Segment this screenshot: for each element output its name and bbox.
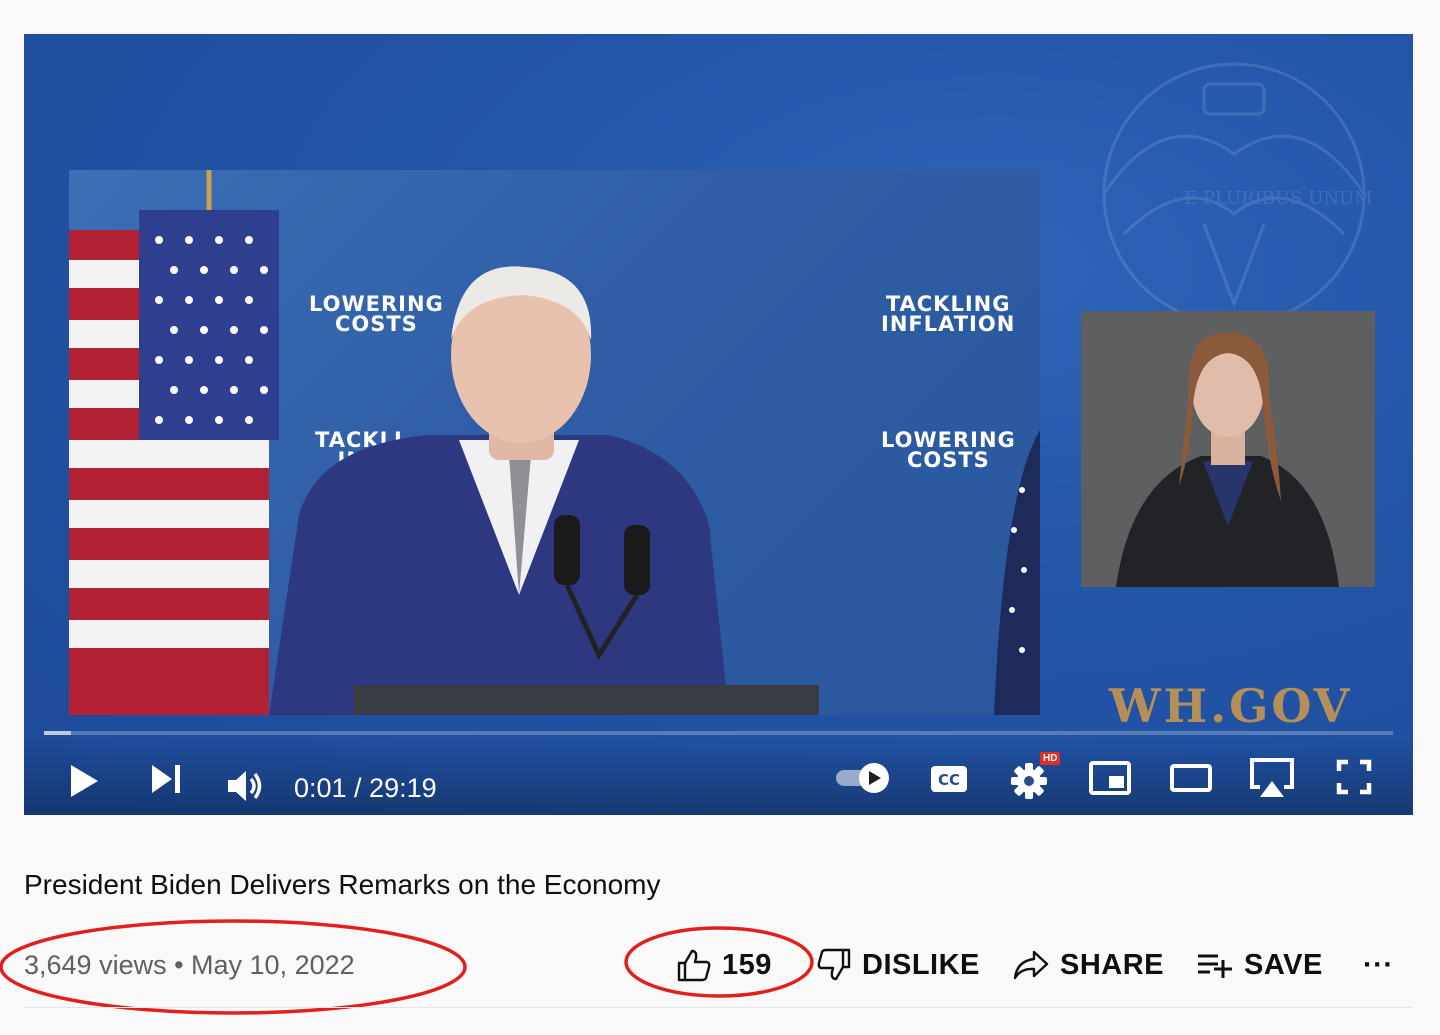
progress-played (44, 731, 71, 735)
theater-icon[interactable] (1170, 763, 1212, 793)
view-count-date: 3,649 views • May 10, 2022 (24, 950, 355, 980)
video-stage: LOWERING COSTS TACKLI INF TACKLING INFLA… (69, 170, 1040, 715)
dislike-button[interactable]: DISLIKE (816, 945, 980, 985)
volume-icon[interactable] (226, 769, 264, 803)
captions-icon[interactable]: CC (929, 763, 969, 795)
divider (24, 1007, 1413, 1008)
airplay-icon[interactable] (1248, 757, 1296, 799)
player-controls: 0:01 / 29:19 CC HD (24, 739, 1413, 815)
thumbs-down-icon (817, 948, 851, 981)
fullscreen-icon[interactable] (1336, 759, 1372, 795)
like-button[interactable]: 159 (676, 945, 772, 985)
next-icon[interactable] (150, 763, 182, 795)
flag-right-image (994, 430, 1040, 715)
progress-bar[interactable] (44, 731, 1393, 735)
presidential-seal-icon: E PLURIBUS UNUM (1102, 62, 1373, 326)
stage-sign-top-right: TACKLING INFLATION (881, 292, 1016, 336)
dislike-label: DISLIKE (862, 948, 980, 981)
wh-gov-watermark: WH.GOV (1109, 679, 1353, 733)
share-button[interactable]: SHARE (1012, 945, 1164, 985)
like-count: 159 (722, 948, 772, 981)
video-title: President Biden Delivers Remarks on the … (24, 869, 661, 900)
speaker-image (269, 266, 819, 715)
sign-language-interpreter-inset (1081, 311, 1375, 587)
more-icon: ··· (1363, 948, 1394, 981)
thumbs-up-icon (677, 949, 711, 982)
share-label: SHARE (1060, 948, 1165, 981)
settings-icon[interactable] (1011, 759, 1051, 799)
play-icon[interactable] (68, 763, 100, 799)
add-to-playlist-icon (1198, 954, 1232, 978)
share-icon (1013, 950, 1049, 980)
miniplayer-icon[interactable] (1089, 761, 1131, 795)
hd-badge: HD (1040, 752, 1061, 765)
save-label: SAVE (1244, 948, 1323, 981)
more-actions-button[interactable]: ··· (1363, 945, 1393, 985)
video-player[interactable]: E PLURIBUS UNUM LOWERING COSTS TACKLI TA… (24, 34, 1413, 815)
time-display: 0:01 / 29:19 (294, 773, 437, 803)
svg-text:CC: CC (938, 771, 960, 789)
seal-motto: E PLURIBUS UNUM (1184, 188, 1373, 209)
interpreter-image (1116, 332, 1339, 587)
save-button[interactable]: SAVE (1196, 945, 1323, 985)
autoplay-toggle[interactable] (834, 761, 892, 795)
